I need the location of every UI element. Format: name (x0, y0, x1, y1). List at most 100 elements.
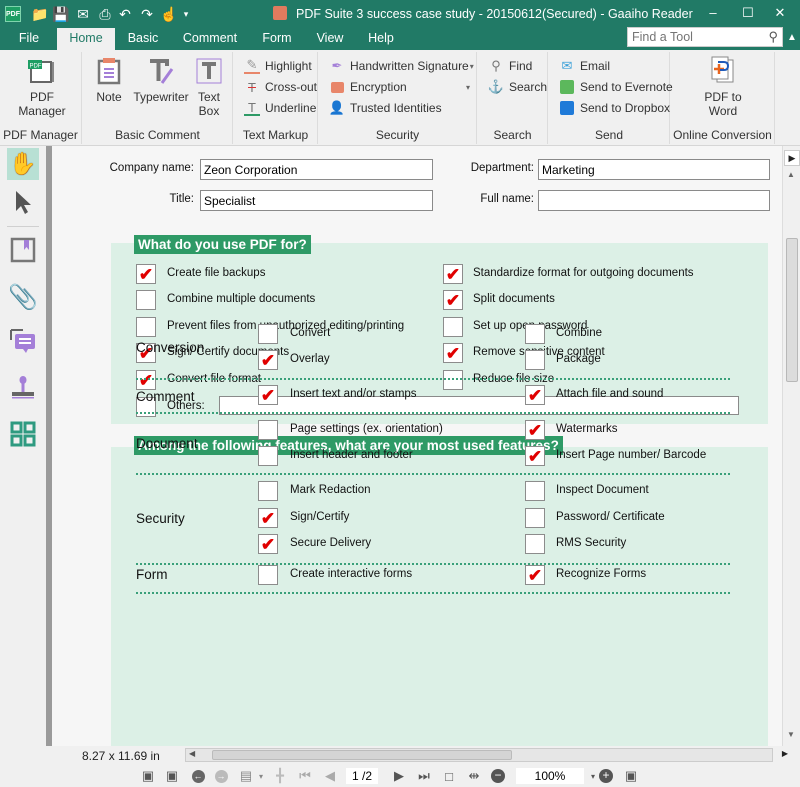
text-box-button[interactable]: Text Box (193, 56, 225, 118)
tab-form[interactable]: Form (256, 28, 298, 50)
maximize-button[interactable]: ☐ (733, 5, 763, 23)
checkbox[interactable] (525, 508, 545, 528)
checkbox[interactable] (258, 481, 278, 501)
scroll-down-icon[interactable]: ▼ (787, 730, 795, 739)
checkbox[interactable]: ✔ (525, 565, 545, 585)
hand-tool[interactable]: ✋ (7, 148, 39, 180)
rotate-icon[interactable]: □ (441, 768, 457, 784)
dropdown-icon[interactable]: ▾ (470, 62, 474, 71)
cross-out-button[interactable]: T Cross-out (244, 78, 317, 96)
vertical-scrollbar[interactable]: ▶ ▲ ▼ (782, 146, 800, 746)
tab-file[interactable]: File (8, 28, 50, 50)
next-view-icon[interactable]: → (213, 768, 229, 784)
underline-button[interactable]: T Underline (244, 99, 316, 117)
attachments-tool[interactable]: 📎 (7, 281, 39, 313)
select-tool[interactable] (7, 186, 39, 218)
panel-toggle-icon[interactable]: ▶ (784, 150, 800, 166)
collapse-ribbon-icon[interactable]: ▲ (787, 32, 797, 43)
full-name-field[interactable] (538, 190, 770, 211)
customize-icon[interactable]: ▾ (176, 4, 196, 24)
find-tool-input[interactable] (628, 28, 758, 46)
last-page-icon[interactable]: ⏭ (416, 768, 432, 784)
checkbox[interactable]: ✔ (258, 385, 278, 405)
checkbox[interactable] (258, 420, 278, 440)
company-name-field[interactable] (200, 159, 433, 180)
find-button[interactable]: ⚲ Find (488, 57, 532, 75)
print-icon[interactable]: ⎙ (95, 4, 115, 24)
email-button[interactable]: ✉ Email (559, 57, 610, 75)
checkbox[interactable]: ✔ (525, 420, 545, 440)
next-page-icon[interactable]: ▶ (391, 768, 407, 784)
redo-icon[interactable]: ↷ (137, 4, 157, 24)
pdf-manager-button[interactable]: PDF PDF Manager (18, 56, 66, 118)
checkbox[interactable] (258, 324, 278, 344)
page-layout-icon[interactable]: ▤ (238, 768, 254, 784)
checkbox[interactable] (525, 324, 545, 344)
page-layout-dropdown-icon[interactable]: ▾ (253, 768, 269, 784)
checkbox[interactable] (136, 290, 156, 310)
encryption-button[interactable]: Encryption ▾ (329, 78, 474, 96)
find-tool-box[interactable]: ⚲ (627, 27, 783, 47)
highlight-button[interactable]: ✎ Highlight (244, 57, 312, 75)
tab-comment[interactable]: Comment (178, 28, 242, 50)
close-button[interactable]: ✕ (765, 5, 795, 23)
tab-view[interactable]: View (310, 28, 350, 50)
checkbox[interactable]: ✔ (136, 370, 156, 390)
extract-pages-icon[interactable]: ▣ (140, 768, 156, 784)
search-button[interactable]: ⚓ Search (488, 78, 547, 96)
previous-view-icon[interactable]: ← (190, 768, 206, 784)
page-number-input[interactable] (346, 768, 378, 784)
checkbox[interactable] (258, 565, 278, 585)
undo-icon[interactable]: ↶ (115, 4, 135, 24)
bookmarks-tool[interactable] (7, 234, 39, 266)
search-icon[interactable]: ⚲ (768, 29, 778, 45)
checkbox[interactable] (136, 317, 156, 337)
send-to-dropbox-button[interactable]: Send to Dropbox (559, 99, 670, 117)
note-button[interactable]: Note (93, 56, 125, 104)
save-icon[interactable]: 💾 (51, 4, 71, 24)
title-field[interactable] (200, 190, 433, 211)
vertical-scroll-thumb[interactable] (786, 238, 798, 382)
checkbox[interactable]: ✔ (258, 508, 278, 528)
send-to-evernote-button[interactable]: Send to Evernote (559, 78, 673, 96)
checkbox[interactable] (525, 534, 545, 554)
handwritten-signature-button[interactable]: ✒ Handwritten Signature ▾ (329, 57, 474, 75)
first-page-icon[interactable]: ⏮ (297, 768, 313, 784)
tab-basic[interactable]: Basic (120, 28, 166, 50)
open-folder-icon[interactable]: 📁 (30, 4, 50, 24)
checkbox[interactable] (525, 481, 545, 501)
split-view-icon[interactable]: ╋ (272, 768, 288, 784)
checkbox[interactable]: ✔ (525, 385, 545, 405)
stamp-tool[interactable] (7, 372, 39, 404)
horizontal-scrollbar[interactable]: ◀ ▶ (185, 748, 788, 762)
scroll-right-icon[interactable]: ▶ (782, 749, 788, 758)
horizontal-scroll-thumb[interactable] (212, 750, 512, 760)
fullscreen-icon[interactable]: ▣ (623, 768, 639, 784)
checkbox[interactable]: ✔ (443, 264, 463, 284)
checkbox[interactable] (443, 370, 463, 390)
tab-home[interactable]: Home (57, 28, 115, 50)
fit-width-icon[interactable]: ⇹ (466, 768, 482, 784)
zoom-out-icon[interactable]: − (490, 768, 506, 784)
checkbox[interactable] (525, 350, 545, 370)
typewriter-button[interactable]: Typewriter (131, 56, 191, 104)
checkbox[interactable] (258, 446, 278, 466)
checkbox[interactable]: ✔ (258, 534, 278, 554)
scroll-left-icon[interactable]: ◀ (189, 749, 195, 758)
dropdown-icon[interactable]: ▾ (466, 83, 470, 92)
checkbox[interactable]: ✔ (443, 290, 463, 310)
department-field[interactable] (538, 159, 770, 180)
email-icon[interactable]: ✉ (73, 4, 93, 24)
checkbox[interactable]: ✔ (525, 446, 545, 466)
checkbox[interactable]: ✔ (258, 350, 278, 370)
minimize-button[interactable]: – (698, 5, 728, 23)
thumbnails-tool[interactable] (7, 418, 39, 450)
comments-tool[interactable] (7, 326, 39, 358)
tab-help[interactable]: Help (363, 28, 399, 50)
trusted-identities-button[interactable]: 👤 Trusted Identities (329, 99, 442, 117)
checkbox[interactable]: ✔ (443, 343, 463, 363)
zoom-in-icon[interactable]: + (598, 768, 614, 784)
scroll-up-icon[interactable]: ▲ (787, 170, 795, 179)
previous-page-icon[interactable]: ◀ (322, 768, 338, 784)
insert-pages-icon[interactable]: ▣ (164, 768, 180, 784)
